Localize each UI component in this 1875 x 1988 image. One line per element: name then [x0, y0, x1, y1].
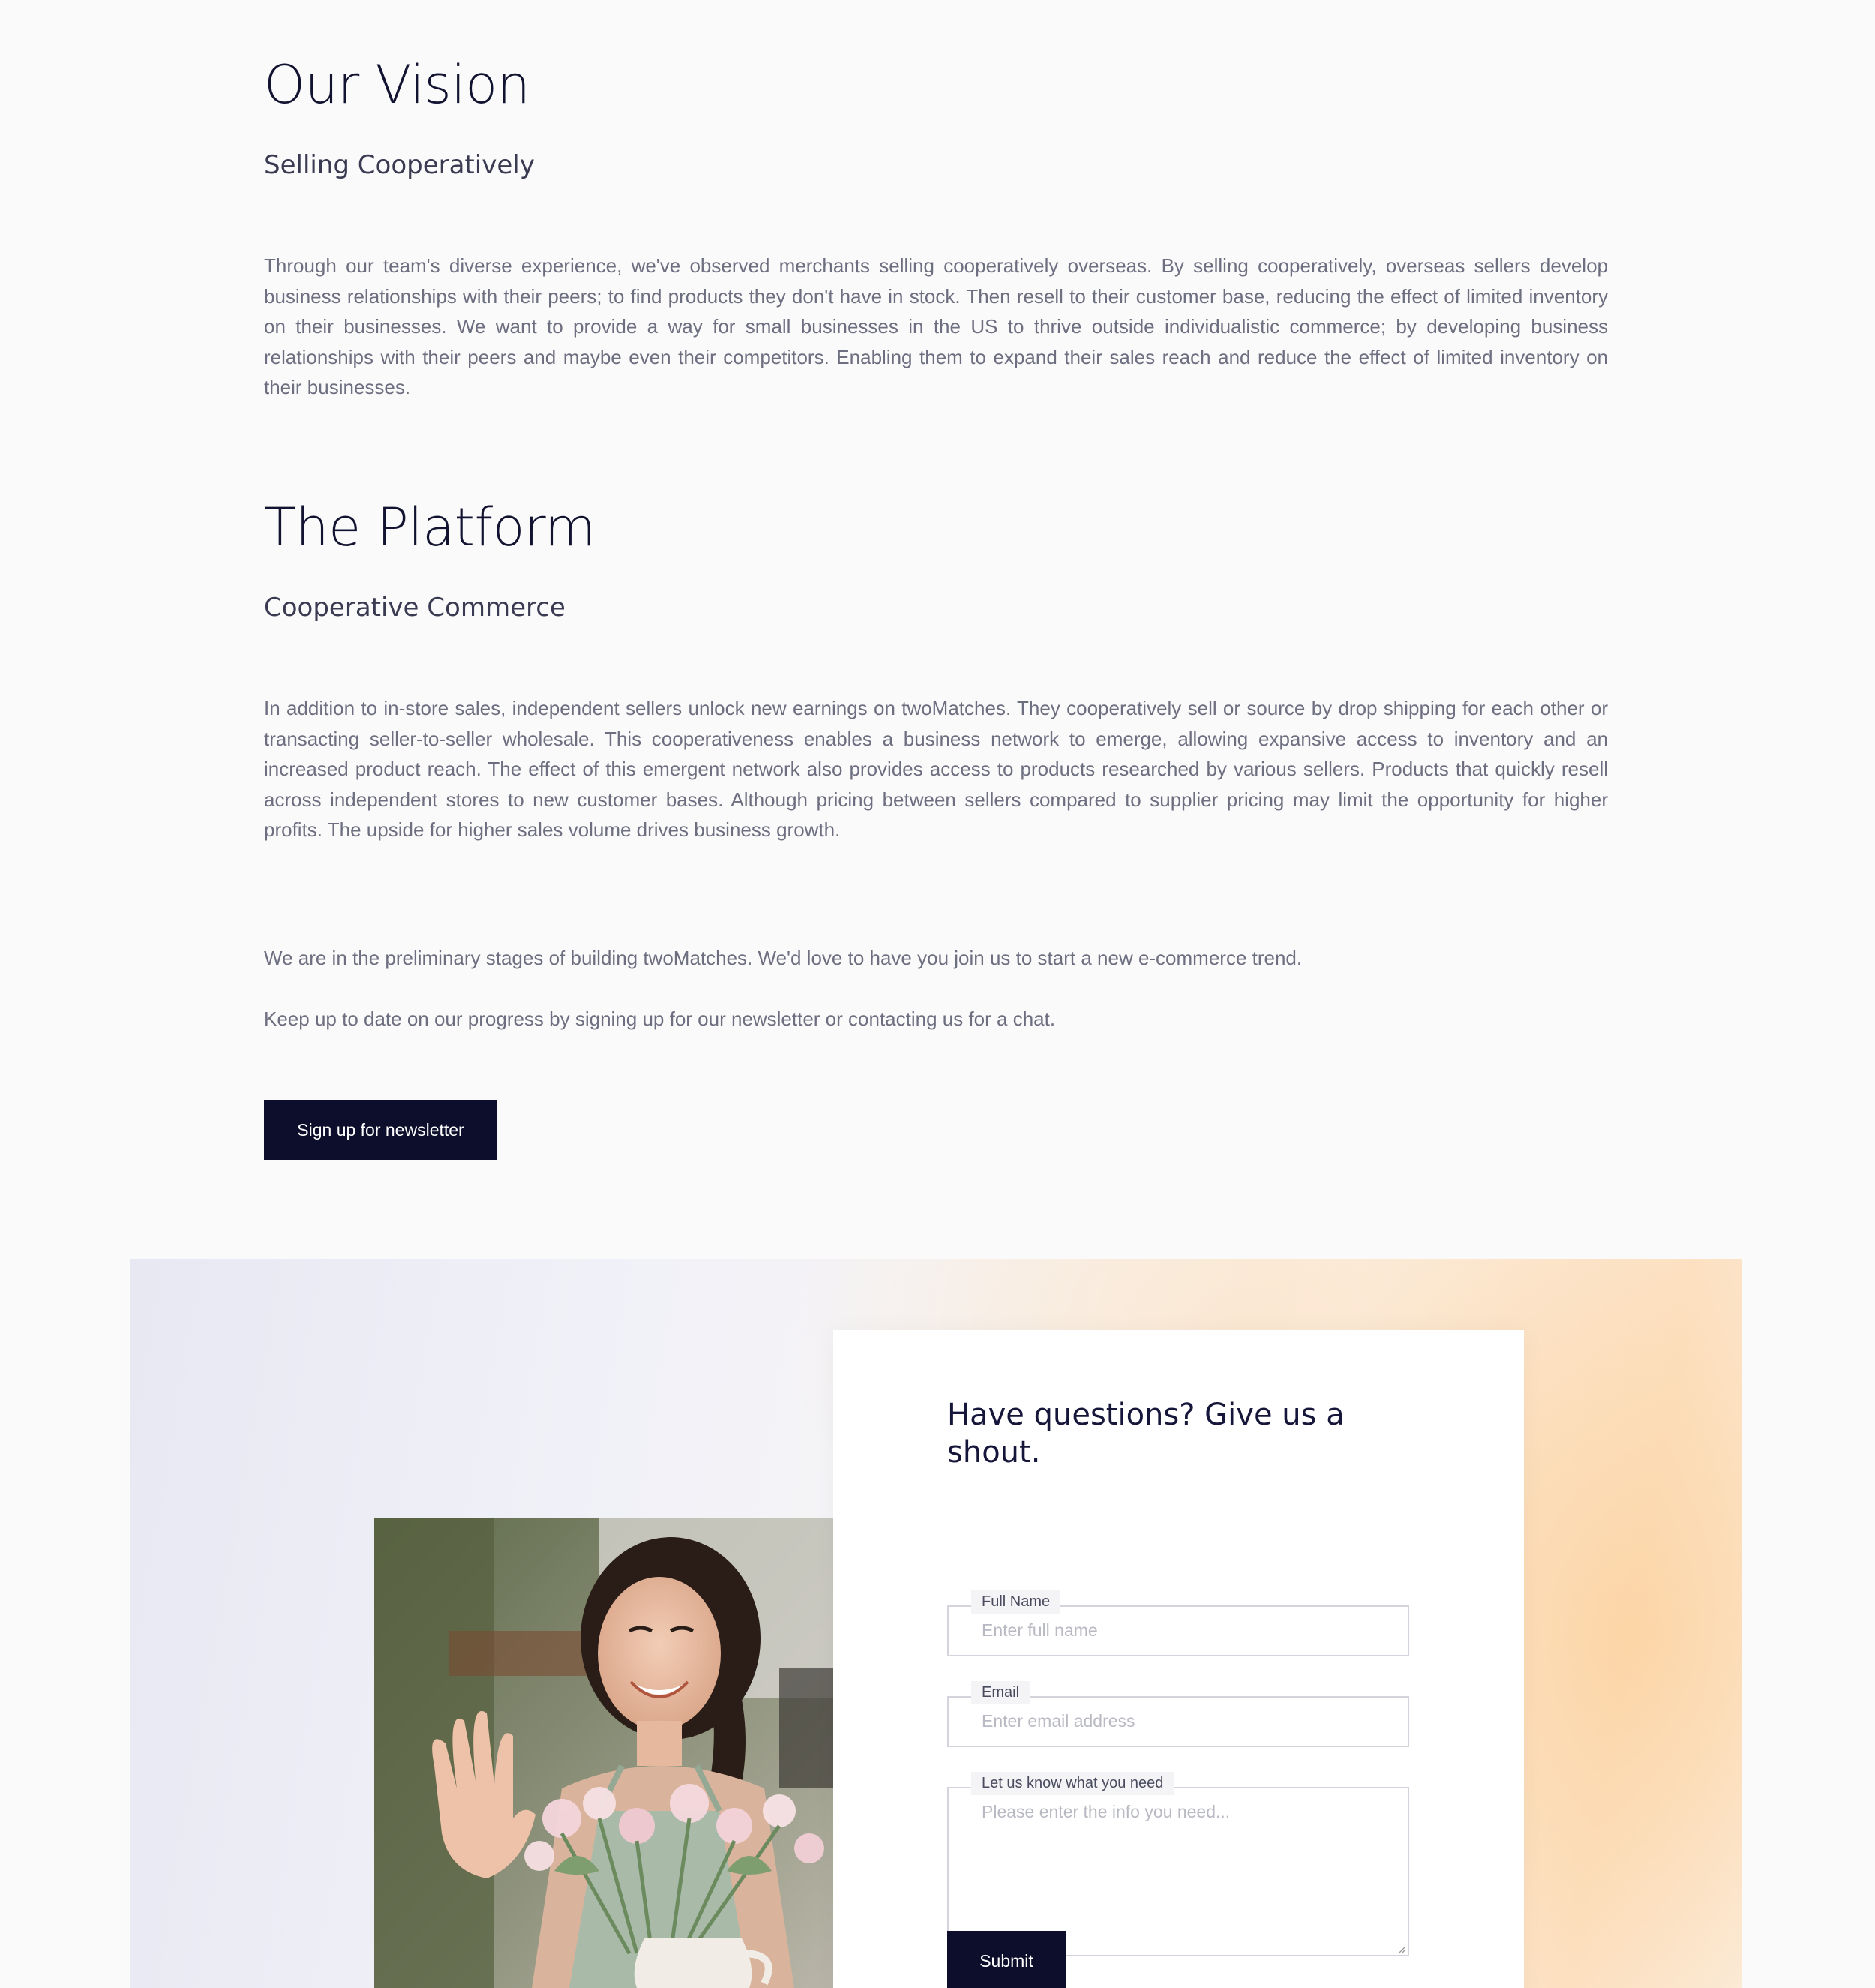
smiling-florist-photo [374, 1518, 833, 1988]
message-textarea[interactable] [982, 1802, 1387, 1937]
closing-line-2: Keep up to date on our progress by signi… [264, 1008, 1056, 1030]
full-name-field: Full Name [947, 1590, 1409, 1656]
newsletter-signup-button[interactable]: Sign up for newsletter [264, 1100, 497, 1160]
submit-button[interactable]: Submit [947, 1931, 1066, 1988]
email-input[interactable] [982, 1711, 1387, 1731]
full-name-input[interactable] [982, 1620, 1387, 1641]
vision-subheading: Selling Cooperatively [264, 150, 535, 180]
email-field: Email [947, 1681, 1409, 1747]
email-label: Email [971, 1681, 1030, 1704]
closing-line-1: We are in the preliminary stages of buil… [264, 947, 1303, 969]
vision-heading: Our Vision [264, 54, 530, 116]
contact-form-card: Have questions? Give us a shout. Full Na… [833, 1330, 1524, 1988]
platform-subheading: Cooperative Commerce [264, 593, 566, 623]
vision-body: Through our team's diverse experience, w… [264, 254, 1608, 398]
message-label: Let us know what you need [971, 1772, 1174, 1795]
contact-section: Have questions? Give us a shout. Full Na… [130, 1259, 1742, 1988]
full-name-label: Full Name [971, 1590, 1061, 1614]
resize-handle-icon[interactable] [1397, 1944, 1406, 1953]
photo-illustration [374, 1518, 833, 1988]
contact-form-title: Have questions? Give us a shout. [947, 1398, 1345, 1470]
platform-body: In addition to in-store sales, independe… [264, 697, 1608, 841]
platform-heading: The Platform [264, 497, 596, 558]
